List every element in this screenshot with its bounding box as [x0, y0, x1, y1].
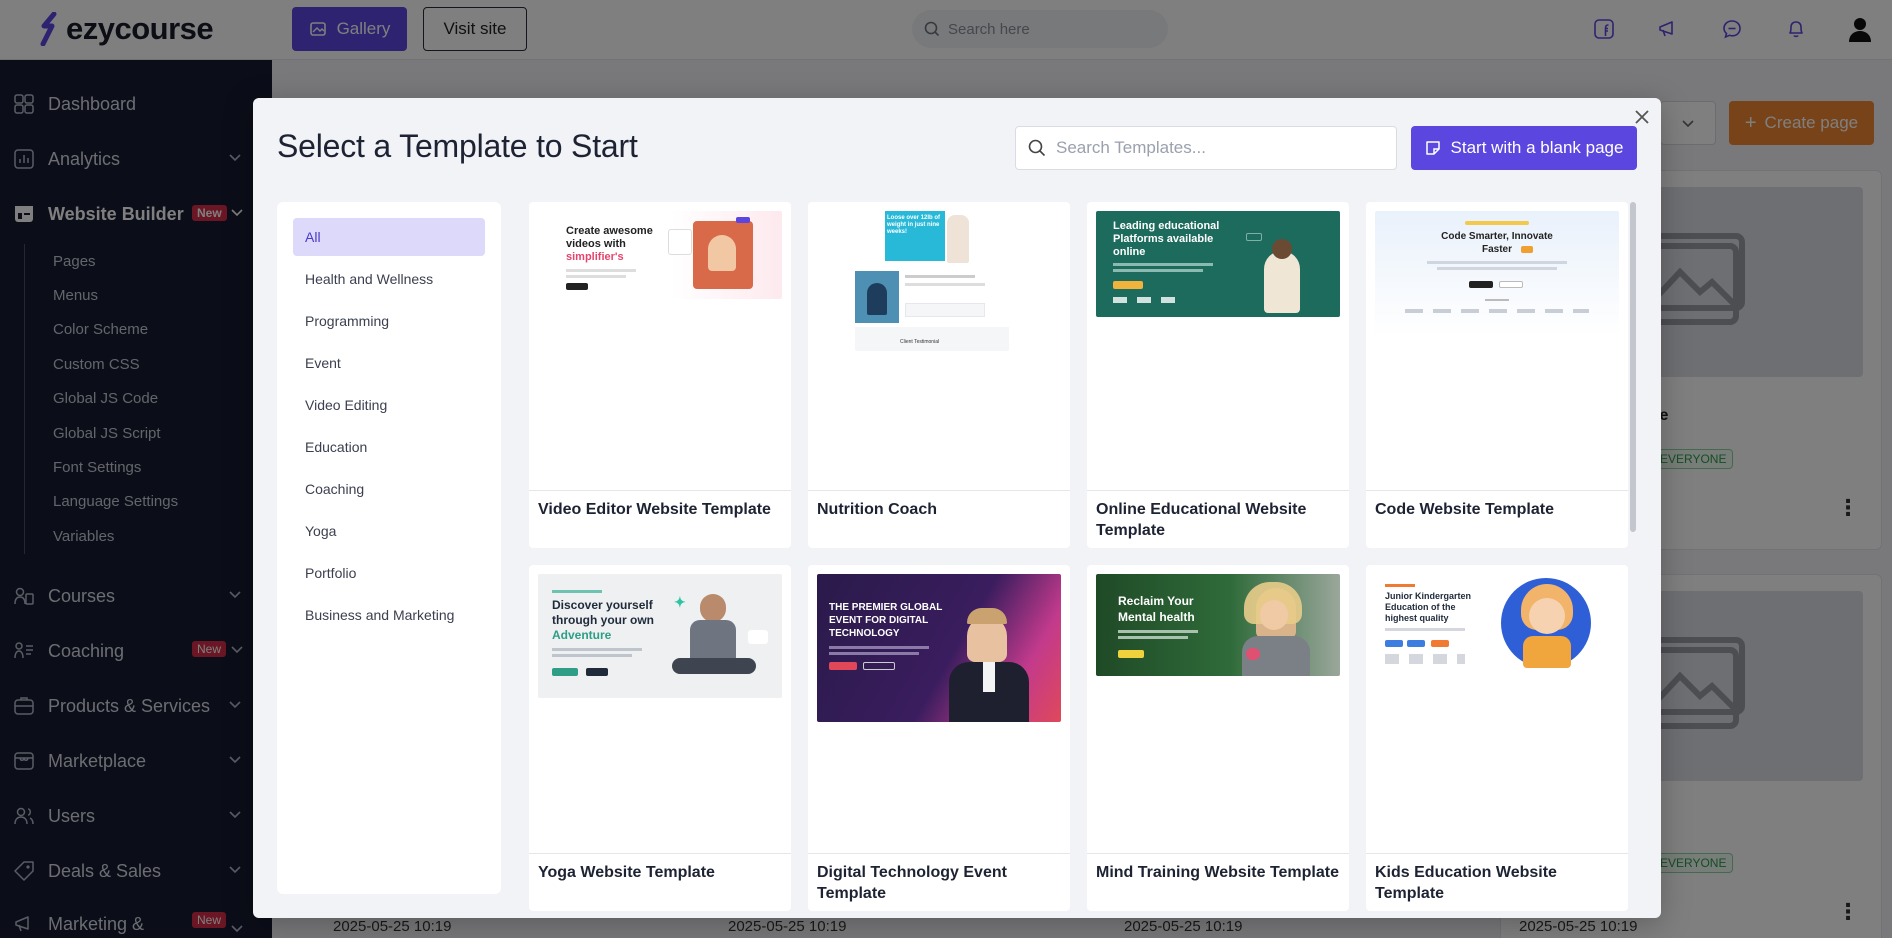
template-name: Yoga Website Template — [538, 864, 715, 881]
template-name: Nutrition Coach — [817, 501, 937, 518]
template-card-kids-education[interactable]: Junior Kindergarten Education of the hig… — [1366, 565, 1628, 911]
thumb-text: Faster — [1481, 244, 1512, 255]
template-search-field[interactable] — [1015, 126, 1397, 170]
start-blank-page-button[interactable]: Start with a blank page — [1411, 126, 1637, 170]
template-preview: Create awesome videos with simplifier's — [529, 202, 791, 490]
category-health-and-wellness[interactable]: Health and Wellness — [293, 260, 485, 298]
thumb-text: Loose over 12lb of — [887, 215, 941, 221]
template-preview: Code Smarter, Innovate Faster — [1366, 202, 1628, 490]
template-card-yoga[interactable]: Discover yourself through your own Adven… — [529, 565, 791, 911]
template-preview: Discover yourself through your own Adven… — [529, 565, 791, 853]
blank-page-icon — [1425, 141, 1440, 155]
template-modal: Select a Template to Start Start with a … — [253, 98, 1661, 918]
thumb-text: highest quality — [1385, 613, 1449, 623]
thumb-text: Adventure — [552, 628, 612, 642]
template-name: Code Website Template — [1375, 501, 1554, 518]
template-card-online-educational[interactable]: Leading educational Platforms available … — [1087, 202, 1349, 548]
search-icon — [1028, 139, 1046, 157]
thumb-text: EVENT FOR DIGITAL — [829, 615, 929, 626]
thumb-text: Mental health — [1118, 610, 1195, 624]
template-card-digital-technology-event[interactable]: THE PREMIER GLOBAL EVENT FOR DIGITAL TEC… — [808, 565, 1070, 911]
thumb-text: Junior Kindergarten — [1385, 591, 1472, 601]
template-card-video-editor[interactable]: Create awesome videos with simplifier's … — [529, 202, 791, 548]
template-name: Kids Education Website Template — [1375, 864, 1557, 902]
category-business-and-marketing[interactable]: Business and Marketing — [293, 596, 485, 634]
thumb-text: weight in just nine — [887, 222, 940, 228]
category-programming[interactable]: Programming — [293, 302, 485, 340]
category-all[interactable]: All — [293, 218, 485, 256]
thumb-text: Code Smarter, Innovate — [1441, 231, 1553, 242]
thumb-text: online — [1113, 246, 1146, 258]
template-card-nutrition-coach[interactable]: Loose over 12lb of weight in just nine w… — [808, 202, 1070, 548]
category-portfolio[interactable]: Portfolio — [293, 554, 485, 592]
thumb-text: Discover yourself — [552, 598, 653, 612]
category-yoga[interactable]: Yoga — [293, 512, 485, 550]
thumb-text: Education of the — [1385, 602, 1456, 612]
start-blank-page-label: Start with a blank page — [1450, 138, 1624, 157]
category-event[interactable]: Event — [293, 344, 485, 382]
category-education[interactable]: Education — [293, 428, 485, 466]
thumb-text: Client Testimonial — [900, 339, 940, 345]
thumb-text: simplifier's — [566, 251, 624, 263]
template-name: Online Educational Website Template — [1096, 501, 1307, 539]
template-card-code-website[interactable]: Code Smarter, Innovate Faster Code Websi… — [1366, 202, 1628, 548]
close-icon[interactable] — [1633, 108, 1651, 126]
template-card-mind-training[interactable]: Reclaim Your Mental health Mind Training… — [1087, 565, 1349, 911]
thumb-text: Platforms available — [1113, 233, 1214, 245]
thumb-text: through your own — [552, 613, 654, 627]
template-preview: Junior Kindergarten Education of the hig… — [1366, 565, 1628, 853]
template-name: Video Editor Website Template — [538, 501, 771, 518]
template-name: Digital Technology Event Template — [817, 864, 1007, 902]
template-grid-scrollbar[interactable] — [1630, 202, 1636, 532]
thumb-text: Reclaim Your — [1118, 594, 1194, 608]
thumb-text: TECHNOLOGY — [829, 628, 900, 639]
modal-title: Select a Template to Start — [277, 128, 638, 164]
category-coaching[interactable]: Coaching — [293, 470, 485, 508]
thumb-text: weeks! — [887, 229, 908, 235]
template-preview: THE PREMIER GLOBAL EVENT FOR DIGITAL TEC… — [808, 565, 1070, 853]
template-preview: Reclaim Your Mental health — [1087, 565, 1349, 853]
thumb-text: videos with — [566, 238, 626, 250]
thumb-text: Create awesome — [566, 225, 653, 237]
template-name: Mind Training Website Template — [1096, 864, 1339, 881]
template-preview: Loose over 12lb of weight in just nine w… — [808, 202, 1070, 490]
category-list: All Health and Wellness Programming Even… — [277, 202, 501, 894]
thumb-text: Leading educational — [1113, 220, 1220, 232]
template-preview: Leading educational Platforms available … — [1087, 202, 1349, 490]
template-grid: Create awesome videos with simplifier's … — [529, 202, 1635, 918]
thumb-text: THE PREMIER GLOBAL — [829, 602, 943, 613]
category-video-editing[interactable]: Video Editing — [293, 386, 485, 424]
template-search-input[interactable] — [1056, 138, 1376, 158]
